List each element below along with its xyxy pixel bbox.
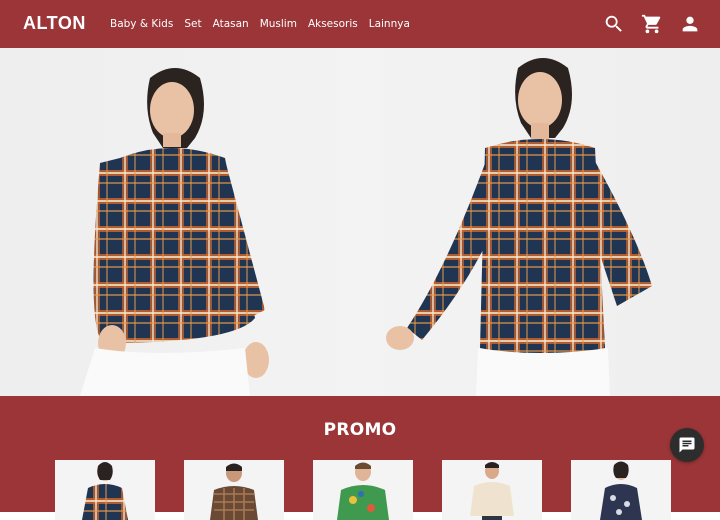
model-left bbox=[80, 68, 269, 396]
promo-product-card[interactable] bbox=[184, 460, 284, 520]
nav-item-set[interactable]: Set bbox=[184, 18, 201, 30]
promo-section: PROMO bbox=[0, 396, 720, 520]
nav-item-baby-kids[interactable]: Baby & Kids bbox=[110, 18, 173, 30]
header-actions bbox=[588, 12, 702, 36]
top-navigation-bar: ALTON Baby & Kids Set Atasan Muslim Akse… bbox=[0, 0, 720, 48]
search-icon bbox=[605, 15, 622, 32]
promo-product-list bbox=[55, 460, 700, 520]
cart-icon bbox=[641, 14, 661, 34]
promo-product-card[interactable] bbox=[55, 460, 155, 520]
nav-item-lainnya[interactable]: Lainnya bbox=[369, 18, 410, 30]
chat-button[interactable] bbox=[670, 428, 704, 462]
promo-title: PROMO bbox=[323, 420, 397, 440]
nav-item-atasan[interactable]: Atasan bbox=[213, 18, 249, 30]
model-right bbox=[386, 58, 652, 396]
promo-product-card[interactable] bbox=[313, 460, 413, 520]
category-nav: Baby & Kids Set Atasan Muslim Aksesoris … bbox=[110, 0, 421, 48]
promo-product-card[interactable] bbox=[442, 460, 542, 520]
cart-button[interactable] bbox=[640, 12, 664, 36]
promo-product-card[interactable] bbox=[571, 460, 671, 520]
chat-icon bbox=[679, 437, 695, 453]
nav-item-muslim[interactable]: Muslim bbox=[260, 18, 297, 30]
hero-banner-image bbox=[80, 58, 652, 396]
product-image bbox=[442, 460, 542, 520]
brand-logo[interactable]: ALTON bbox=[23, 13, 86, 34]
account-button[interactable] bbox=[678, 12, 702, 36]
nav-item-aksesoris[interactable]: Aksesoris bbox=[308, 18, 358, 30]
account-icon bbox=[682, 16, 698, 32]
product-image bbox=[313, 460, 413, 520]
hero-banner[interactable] bbox=[0, 48, 720, 396]
product-image bbox=[184, 460, 284, 520]
product-image bbox=[571, 460, 671, 520]
product-image bbox=[55, 460, 155, 520]
search-button[interactable] bbox=[602, 12, 626, 36]
